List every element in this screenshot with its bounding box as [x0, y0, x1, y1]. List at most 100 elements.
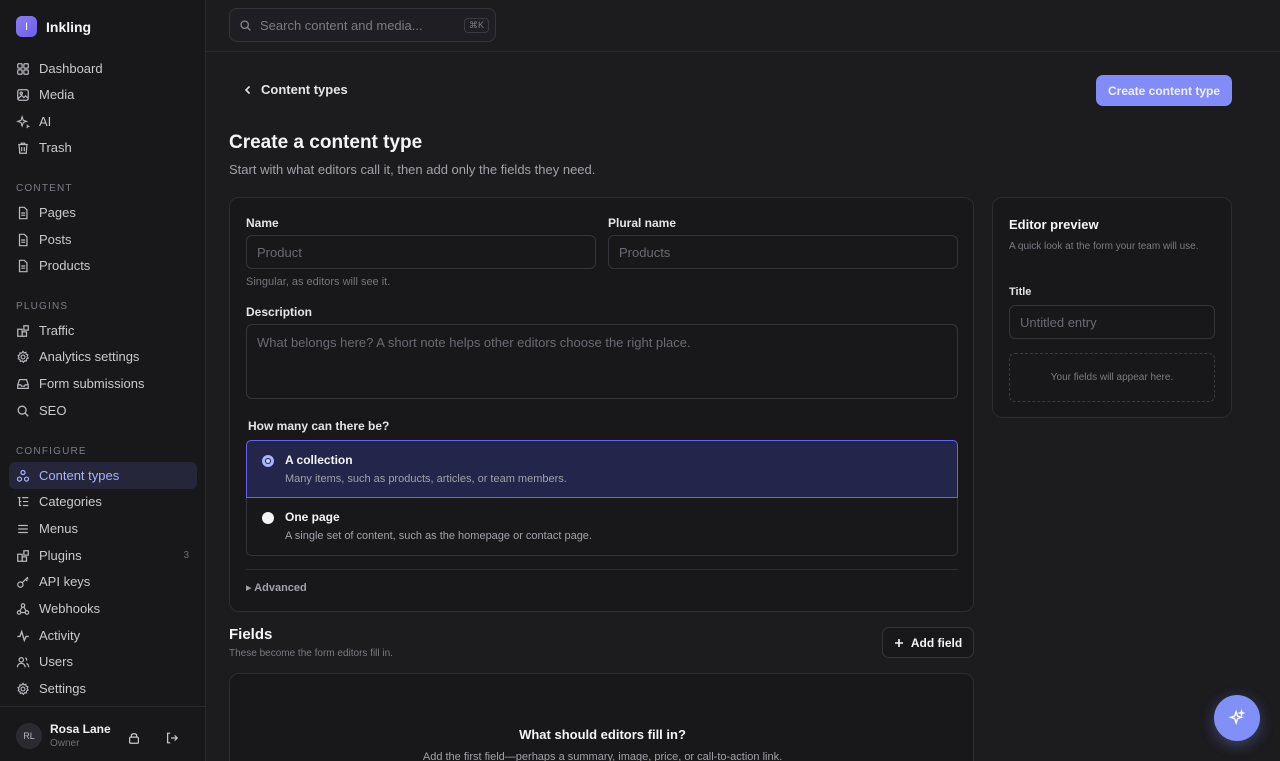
option-description: A single set of content, such as the hom… [285, 530, 592, 542]
plugins-count-badge: 3 [183, 550, 189, 561]
sidebar-item-posts[interactable]: Posts [9, 226, 197, 253]
sidebar-item-label: Media [39, 87, 75, 102]
sidebar-item-label: Posts [39, 232, 72, 247]
gear-icon [17, 681, 29, 695]
sidebar-item-trash[interactable]: Trash [9, 134, 197, 161]
sidebar-item-dashboard[interactable]: Dashboard [9, 55, 197, 82]
sparkle-icon [16, 114, 30, 128]
add-field-button[interactable]: Add field [882, 627, 974, 658]
back-label: Content types [261, 82, 348, 97]
avatar[interactable]: RL [16, 723, 42, 749]
sidebar-item-label: Categories [39, 494, 102, 509]
page-subtitle: Start with what editors call it, then ad… [229, 162, 596, 177]
plural-name-input[interactable] [608, 235, 958, 269]
search-input[interactable] [260, 17, 455, 33]
sidebar-item-label: Traffic [39, 323, 75, 338]
count-label: How many can there be? [248, 419, 390, 433]
document-icon [18, 233, 28, 246]
sidebar-item-products[interactable]: Products [9, 252, 197, 279]
sidebar-item-analytics-settings[interactable]: Analytics settings [9, 343, 197, 370]
sidebar-item-label: Menus [39, 521, 79, 536]
sidebar-item-users[interactable]: Users [9, 648, 197, 675]
sidebar-item-label: Plugins [39, 548, 82, 563]
section-label-content: CONTENT [16, 183, 73, 194]
document-icon [18, 206, 28, 219]
search-shortcut: ⌘K [463, 18, 489, 33]
sidebar-item-media[interactable]: Media [9, 81, 197, 108]
inbox-icon [17, 378, 29, 389]
key-icon [17, 576, 29, 588]
page-title: Create a content type [229, 132, 423, 153]
logout-icon [167, 732, 179, 744]
name-label: Name [246, 216, 279, 230]
fields-empty-state: What should editors fill in? Add the fir… [229, 673, 974, 761]
sidebar-item-label: Webhooks [39, 601, 101, 616]
plural-name-label: Plural name [608, 216, 677, 230]
divider [246, 569, 958, 570]
create-content-type-button[interactable]: Create content type [1096, 75, 1232, 106]
plus-icon [894, 638, 903, 647]
lock-button[interactable] [127, 731, 141, 745]
sidebar-item-content-types[interactable]: Content types [9, 462, 197, 489]
option-one-page[interactable]: One page A single set of content, such a… [246, 498, 958, 556]
content-type-form: Name Singular, as editors will see it. P… [229, 197, 974, 612]
description-textarea[interactable] [246, 324, 958, 399]
section-label-configure: CONFIGURE [16, 446, 87, 457]
sidebar-item-api-keys[interactable]: API keys [9, 568, 197, 595]
sidebar-item-activity[interactable]: Activity [9, 622, 197, 649]
sidebar-item-traffic[interactable]: Traffic [9, 317, 197, 344]
gear-icon [17, 349, 29, 363]
sidebar-item-menus[interactable]: Menus [9, 515, 197, 542]
description-label: Description [246, 305, 313, 319]
user-panel: RL Rosa Lane Owner [0, 706, 205, 761]
sidebar-item-categories[interactable]: Categories [9, 488, 197, 515]
logout-button[interactable] [165, 731, 179, 745]
sidebar-item-plugins[interactable]: Plugins 3 [9, 542, 197, 569]
list-tree-icon [17, 496, 29, 506]
sidebar-item-form-submissions[interactable]: Form submissions [9, 370, 197, 397]
section-label-plugins: PLUGINS [16, 301, 69, 312]
name-input[interactable] [246, 235, 596, 269]
brand-logo: I [16, 16, 37, 37]
sidebar-item-label: AI [39, 114, 52, 129]
users-icon [16, 656, 30, 667]
brand[interactable]: I Inkling [16, 16, 91, 37]
sidebar-item-ai[interactable]: AI [9, 108, 197, 135]
sidebar-item-settings[interactable]: Settings [9, 675, 197, 702]
sparkle-icon [1228, 709, 1246, 726]
preview-title: Editor preview [1009, 217, 1099, 232]
sidebar-item-seo[interactable]: SEO [9, 397, 197, 424]
sidebar-item-label: Trash [39, 140, 72, 155]
radio-one-page[interactable] [262, 512, 274, 524]
sidebar-item-label: Products [39, 258, 91, 273]
preview-title-input[interactable] [1009, 305, 1215, 339]
sidebar: I Inkling Dashboard Media AI Trash CONTE… [0, 0, 206, 761]
editor-preview: Editor preview A quick look at the form … [992, 197, 1232, 418]
sidebar-item-label: Content types [39, 468, 120, 483]
radio-collection[interactable] [262, 455, 274, 467]
chevron-left-icon [244, 85, 251, 94]
lock-icon [129, 733, 139, 744]
name-hint: Singular, as editors will see it. [246, 276, 391, 288]
blocks-icon [17, 549, 29, 562]
sidebar-item-pages[interactable]: Pages [9, 199, 197, 226]
option-title: One page [285, 510, 340, 524]
sidebar-item-label: Analytics settings [39, 349, 140, 364]
image-icon [17, 88, 29, 101]
search-icon [240, 19, 251, 31]
back-to-content-types[interactable]: Content types [243, 82, 348, 97]
preview-title-label: Title [1009, 286, 1032, 298]
trash-icon [18, 142, 28, 154]
option-description: Many items, such as products, articles, … [285, 473, 567, 485]
add-field-label: Add field [910, 635, 963, 650]
sidebar-item-webhooks[interactable]: Webhooks [9, 595, 197, 622]
option-title: A collection [285, 453, 353, 467]
empty-title: What should editors fill in? [519, 727, 686, 742]
fields-title: Fields [229, 626, 273, 643]
empty-subtitle: Add the first field—perhaps a summary, i… [422, 751, 783, 761]
search-box[interactable]: ⌘K [229, 8, 496, 42]
option-collection[interactable]: A collection Many items, such as product… [246, 440, 958, 498]
ai-assistant-button[interactable] [1214, 695, 1260, 741]
advanced-toggle[interactable]: ▸ Advanced [246, 581, 307, 594]
fields-subtitle: These become the form editors fill in. [229, 648, 393, 659]
